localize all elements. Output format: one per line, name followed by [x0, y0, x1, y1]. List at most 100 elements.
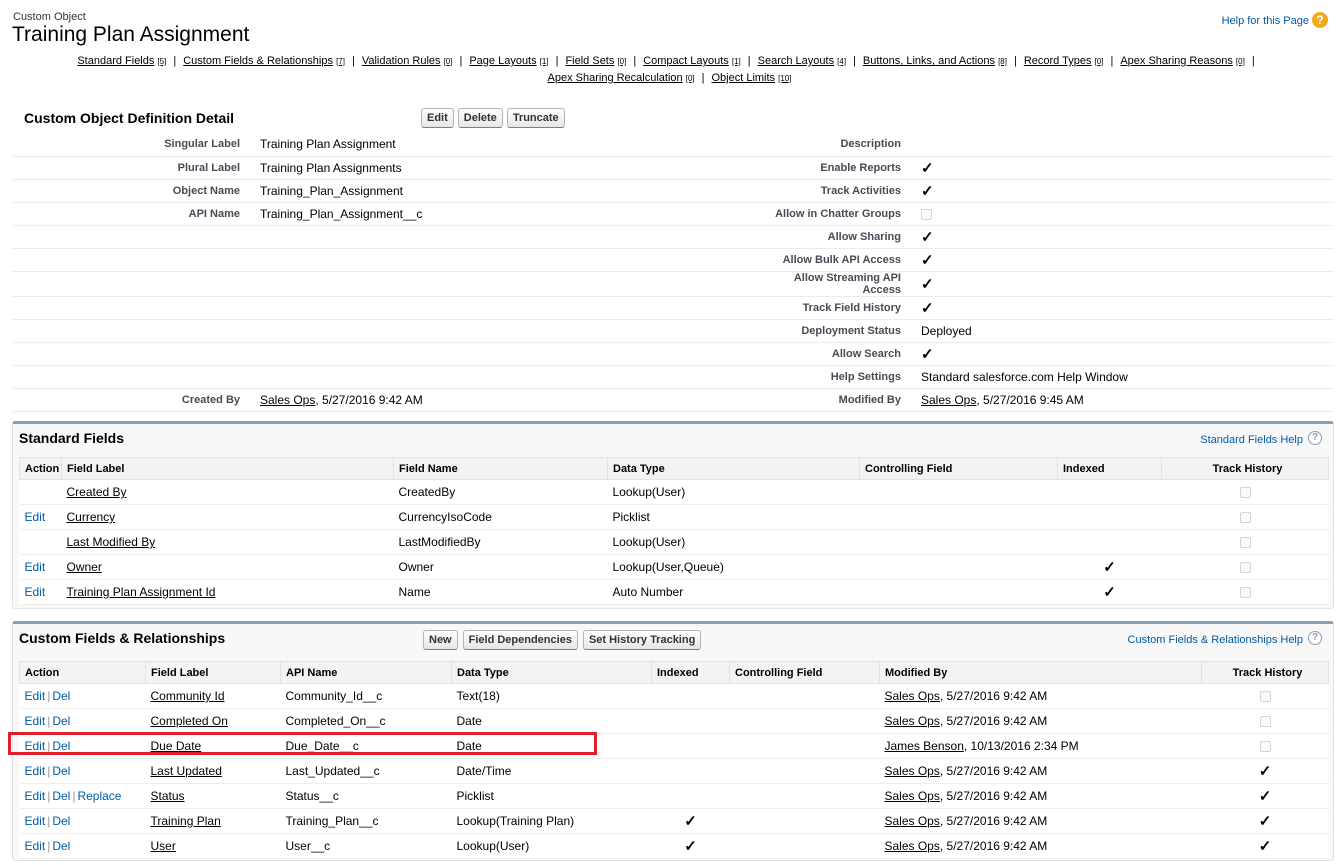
unchecked-box-icon	[1259, 716, 1271, 728]
related-link-2[interactable]: Validation Rules	[362, 55, 441, 67]
edit-link[interactable]: Edit	[25, 714, 46, 728]
related-link-6[interactable]: Search Layouts	[758, 55, 834, 67]
delete-link[interactable]: Del	[52, 839, 70, 853]
field-label-link[interactable]: Last Modified By	[67, 535, 156, 549]
related-link-7[interactable]: Buttons, Links, and Actions	[863, 55, 995, 67]
column-header[interactable]: Track History	[1201, 661, 1329, 684]
detail-right-label: Enable Reports	[760, 156, 921, 180]
edit-link[interactable]: Edit	[25, 689, 46, 703]
data-type-cell: Lookup(User)	[607, 529, 860, 555]
delete-link[interactable]: Del	[52, 714, 70, 728]
created-by-user-link[interactable]: Sales Ops	[260, 393, 315, 407]
modified-by-user-link[interactable]: Sales Ops	[885, 789, 940, 803]
custom-fields-help-icon[interactable]: ?	[1308, 631, 1322, 645]
edit-link[interactable]: Edit	[25, 560, 46, 574]
column-header[interactable]: Controlling Field	[729, 661, 880, 684]
related-link-10[interactable]: Apex Sharing Recalculation	[548, 72, 683, 84]
column-header[interactable]: Data Type	[607, 457, 860, 480]
checkmark-icon: ✓	[1258, 838, 1272, 855]
column-header[interactable]: Indexed	[1057, 457, 1162, 480]
related-link-8[interactable]: Record Types	[1024, 55, 1092, 67]
field-label-link[interactable]: Last Updated	[151, 764, 222, 778]
standard-fields-help-icon[interactable]: ?	[1308, 431, 1322, 445]
field-label-link[interactable]: Due Date	[151, 739, 202, 753]
field-label-link[interactable]: Training Plan	[151, 814, 221, 828]
action-cell: Edit | Del	[19, 683, 146, 709]
edit-link[interactable]: Edit	[25, 789, 46, 803]
related-link-11[interactable]: Object Limits	[711, 72, 775, 84]
modified-by-cell: Sales Ops, 5/27/2016 9:42 AM	[879, 758, 1202, 784]
field-label-cell: User	[145, 833, 281, 859]
edit-link[interactable]: Edit	[25, 739, 46, 753]
related-link-count: [0]	[443, 57, 453, 66]
column-header[interactable]: Field Label	[61, 457, 394, 480]
modified-by-user-link[interactable]: Sales Ops	[921, 393, 976, 407]
edit-link[interactable]: Edit	[25, 510, 46, 524]
table-row: Edit | Del Due Date Due_Date__c Date James Ben…	[19, 733, 1329, 759]
action-cell: Edit	[19, 504, 62, 530]
delete-link[interactable]: Del	[52, 789, 70, 803]
indexed-cell	[651, 708, 730, 734]
field-label-link[interactable]: Owner	[67, 560, 102, 574]
replace-link[interactable]: Replace	[77, 789, 121, 803]
separator: |	[47, 689, 51, 703]
field-label-link[interactable]: User	[151, 839, 176, 853]
field-label-link[interactable]: Training Plan Assignment Id	[67, 585, 216, 599]
modified-by-user-link[interactable]: Sales Ops	[885, 764, 940, 778]
column-header[interactable]: Modified By	[879, 661, 1202, 684]
edit-link[interactable]: Edit	[25, 814, 46, 828]
modified-by-user-link[interactable]: Sales Ops	[885, 689, 940, 703]
action-cell: Edit	[19, 579, 62, 605]
field-label-link[interactable]: Community Id	[151, 689, 225, 703]
custom-fields-help-link[interactable]: Custom Fields & Relationships Help	[1128, 634, 1303, 646]
field-label-link[interactable]: Currency	[67, 510, 116, 524]
detail-right-value: ✓	[921, 342, 1334, 366]
column-header[interactable]: Indexed	[651, 661, 730, 684]
api-name-cell: Due_Date__c	[280, 733, 452, 759]
column-header[interactable]: Data Type	[451, 661, 652, 684]
modified-by-user-link[interactable]: Sales Ops	[885, 839, 940, 853]
delete-link[interactable]: Del	[52, 689, 70, 703]
checkmark-icon: ✓	[921, 299, 934, 317]
column-header[interactable]: Controlling Field	[859, 457, 1058, 480]
field-label-link[interactable]: Created By	[67, 485, 127, 499]
related-link-0[interactable]: Standard Fields	[77, 55, 154, 67]
modified-by-user-link[interactable]: James Benson	[885, 739, 964, 753]
edit-link[interactable]: Edit	[25, 839, 46, 853]
delete-link[interactable]: Del	[52, 764, 70, 778]
delete-button[interactable]: Delete	[457, 108, 503, 128]
related-link-9[interactable]: Apex Sharing Reasons	[1120, 55, 1233, 67]
data-type-cell: Picklist	[451, 783, 652, 809]
column-header[interactable]: Field Name	[393, 457, 608, 480]
edit-link[interactable]: Edit	[25, 764, 46, 778]
related-link-4[interactable]: Field Sets	[565, 55, 614, 67]
standard-fields-help-link[interactable]: Standard Fields Help	[1200, 434, 1303, 446]
edit-link[interactable]: Edit	[25, 585, 46, 599]
set-history-tracking-button[interactable]: Set History Tracking	[582, 630, 702, 650]
modified-by-user-link[interactable]: Sales Ops	[885, 814, 940, 828]
truncate-button[interactable]: Truncate	[506, 108, 565, 128]
action-cell: Edit	[19, 554, 62, 580]
related-link-5[interactable]: Compact Layouts	[643, 55, 729, 67]
related-link-1[interactable]: Custom Fields & Relationships	[183, 55, 333, 67]
help-for-this-page-link[interactable]: Help for this Page	[1222, 15, 1309, 27]
delete-link[interactable]: Del	[52, 814, 70, 828]
edit-button[interactable]: Edit	[421, 108, 454, 128]
column-header[interactable]: API Name	[280, 661, 452, 684]
new-field-button[interactable]: New	[423, 630, 458, 650]
column-header[interactable]: Action	[19, 661, 146, 684]
unchecked-box-icon	[1259, 741, 1271, 753]
field-label-link[interactable]: Completed On	[151, 714, 228, 728]
column-header[interactable]: Action	[19, 457, 62, 480]
delete-link[interactable]: Del	[52, 739, 70, 753]
column-header[interactable]: Field Label	[145, 661, 281, 684]
help-icon[interactable]: ?	[1312, 12, 1328, 28]
related-link-3[interactable]: Page Layouts	[469, 55, 536, 67]
detail-right-label: Description	[760, 133, 921, 157]
field-dependencies-button[interactable]: Field Dependencies	[462, 630, 578, 650]
field-label-link[interactable]: Status	[151, 789, 185, 803]
detail-left-label: Singular Label	[12, 133, 260, 157]
column-header[interactable]: Track History	[1161, 457, 1329, 480]
modified-by-user-link[interactable]: Sales Ops	[885, 714, 940, 728]
data-type-cell: Text(18)	[451, 683, 652, 709]
